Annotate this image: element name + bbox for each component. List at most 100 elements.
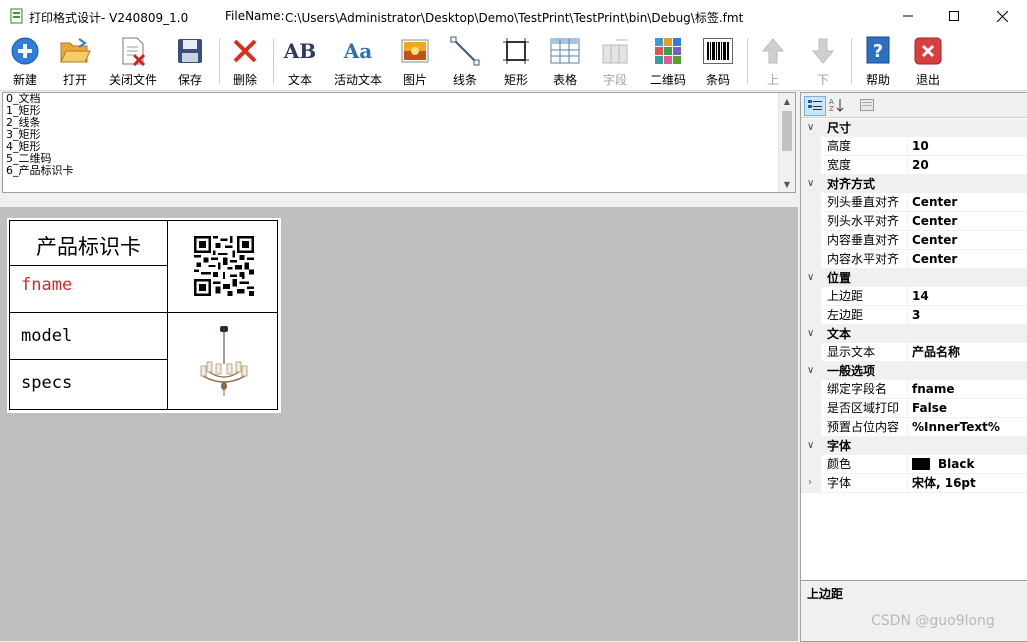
- collapse-chevron-icon[interactable]: ∨: [807, 175, 814, 193]
- barcode-button[interactable]: 条码: [701, 34, 735, 88]
- open-folder-icon: [60, 38, 91, 63]
- active-text-icon: Aa: [343, 39, 373, 63]
- list-item[interactable]: 3_矩形: [3, 129, 795, 141]
- property-row-top-margin[interactable]: 上边距 14: [801, 287, 1027, 306]
- alphabetical-view-button[interactable]: AZ: [827, 96, 847, 114]
- property-row[interactable]: 内容垂直对齐 Center: [801, 231, 1027, 250]
- model-field[interactable]: model: [21, 326, 72, 346]
- line-button[interactable]: 线条: [448, 34, 482, 88]
- exit-label: 退出: [915, 73, 940, 87]
- property-row-left-margin[interactable]: 左边距 3: [801, 306, 1027, 325]
- property-description-title: 上边距: [807, 587, 844, 601]
- field-button[interactable]: 字段: [598, 34, 632, 88]
- qrcode-label: 二维码: [649, 73, 686, 87]
- specs-field[interactable]: specs: [21, 373, 72, 393]
- maximize-button[interactable]: [931, 0, 977, 32]
- property-row[interactable]: 列头水平对齐 Center: [801, 212, 1027, 231]
- picture-button[interactable]: 图片: [398, 34, 432, 88]
- property-row-font[interactable]: › 字体 宋体, 16pt: [801, 474, 1027, 493]
- qrcode-button[interactable]: 二维码: [649, 34, 687, 88]
- minimize-icon: [903, 15, 913, 17]
- property-row-width[interactable]: 宽度 20: [801, 156, 1027, 175]
- move-up-button[interactable]: 上: [756, 34, 790, 88]
- categorized-view-button[interactable]: [804, 96, 826, 116]
- collapse-chevron-icon[interactable]: ∨: [807, 362, 814, 380]
- exit-icon: [914, 37, 942, 65]
- arrow-up-icon: [761, 38, 785, 64]
- new-label: 新建: [12, 73, 37, 87]
- object-list-scrollbar[interactable]: ▲ ▼: [778, 93, 795, 192]
- category-position[interactable]: ∨ 位置: [801, 269, 1027, 287]
- property-row-placeholder[interactable]: 预置占位内容 %InnerText%: [801, 418, 1027, 437]
- category-size[interactable]: ∨ 尺寸: [801, 119, 1027, 137]
- category-alignment[interactable]: ∨ 对齐方式: [801, 175, 1027, 193]
- property-grid[interactable]: AZ ∨ 尺寸 高度 10 宽度 20 ∨ 对齐方式 列头垂直对齐 Center 列头水平…: [800, 92, 1027, 581]
- scroll-thumb[interactable]: [782, 111, 792, 151]
- property-grid-toolbar: AZ: [801, 93, 1027, 118]
- list-item[interactable]: 0_文档: [3, 93, 795, 105]
- help-button[interactable]: ? 帮助: [861, 34, 895, 88]
- collapse-chevron-icon[interactable]: ∨: [807, 437, 814, 455]
- text-button[interactable]: AB 文本: [283, 34, 317, 88]
- category-font[interactable]: ∨ 字体: [801, 437, 1027, 455]
- save-button[interactable]: 保存: [173, 34, 207, 88]
- save-label: 保存: [177, 73, 202, 87]
- toolbar-separator: [273, 38, 274, 84]
- table-button[interactable]: 表格: [548, 34, 582, 88]
- exit-button[interactable]: 退出: [911, 34, 945, 88]
- picture-icon: [401, 39, 429, 63]
- svg-text:Z: Z: [829, 105, 834, 112]
- text-label: 文本: [287, 73, 312, 87]
- collapse-chevron-icon[interactable]: ∨: [807, 269, 814, 287]
- design-canvas[interactable]: 产品标识卡 fname model specs: [0, 207, 798, 641]
- category-general[interactable]: ∨ 一般选项: [801, 362, 1027, 380]
- property-row-height[interactable]: 高度 10: [801, 137, 1027, 156]
- close-file-icon: [122, 37, 146, 66]
- object-list[interactable]: 0_文档 1_矩形 2_线条 3_矩形 4_矩形 5_二维码 6_产品标识卡 ▲…: [2, 92, 796, 193]
- list-item[interactable]: 1_矩形: [3, 105, 795, 117]
- horizontal-splitter[interactable]: [0, 193, 798, 205]
- property-pages-button[interactable]: [857, 96, 877, 114]
- delete-button[interactable]: 删除: [228, 34, 262, 88]
- delete-icon: [233, 39, 257, 63]
- active-text-button[interactable]: Aa 活动文本: [332, 34, 384, 88]
- rectangle-button[interactable]: 矩形: [499, 34, 533, 88]
- property-row-bind-field[interactable]: 绑定字段名 fname: [801, 380, 1027, 399]
- open-button[interactable]: 打开: [58, 34, 92, 88]
- barcode-label: 条码: [705, 73, 730, 87]
- close-window-button[interactable]: [979, 0, 1025, 32]
- expand-chevron-icon[interactable]: ›: [808, 474, 812, 492]
- property-row-display-text[interactable]: 显示文本 产品名称: [801, 343, 1027, 362]
- scroll-up-arrow-icon[interactable]: ▲: [779, 93, 795, 109]
- window-title: 打印格式设计- V240809_1.0: [29, 11, 189, 25]
- property-row-color[interactable]: 颜色 Black: [801, 455, 1027, 474]
- chandelier-image[interactable]: [197, 326, 251, 398]
- sort-az-icon: AZ: [829, 98, 844, 112]
- field-icon: [602, 39, 628, 64]
- category-text[interactable]: ∨ 文本: [801, 325, 1027, 343]
- list-item[interactable]: 6_产品标识卡: [3, 165, 795, 177]
- close-file-button[interactable]: 关闭文件: [105, 34, 161, 88]
- color-swatch: [912, 458, 930, 470]
- field-label: 字段: [602, 73, 627, 87]
- move-down-button[interactable]: 下: [806, 34, 840, 88]
- label-card[interactable]: 产品标识卡 fname model specs: [7, 218, 281, 413]
- collapse-chevron-icon[interactable]: ∨: [807, 119, 814, 137]
- property-row-area-print[interactable]: 是否区域打印 False: [801, 399, 1027, 418]
- new-button[interactable]: 新建: [8, 34, 42, 88]
- scroll-down-arrow-icon[interactable]: ▼: [779, 176, 795, 192]
- minimize-button[interactable]: [885, 0, 931, 32]
- list-item[interactable]: 4_矩形: [3, 141, 795, 153]
- qrcode-image[interactable]: [194, 236, 254, 296]
- close-file-label: 关闭文件: [108, 73, 157, 87]
- list-item[interactable]: 2_线条: [3, 117, 795, 129]
- property-row[interactable]: 列头垂直对齐 Center: [801, 193, 1027, 212]
- property-grid-body: ∨ 尺寸 高度 10 宽度 20 ∨ 对齐方式 列头垂直对齐 Center 列头水平对齐 C…: [801, 119, 1027, 493]
- collapse-chevron-icon[interactable]: ∨: [807, 325, 814, 343]
- label-table[interactable]: 产品标识卡 fname model specs: [9, 220, 278, 410]
- property-row[interactable]: 内容水平对齐 Center: [801, 250, 1027, 269]
- label-title[interactable]: 产品标识卡: [10, 231, 167, 261]
- toolbar-separator: [747, 38, 748, 84]
- list-item[interactable]: 5_二维码: [3, 153, 795, 165]
- fname-field[interactable]: fname: [21, 275, 72, 295]
